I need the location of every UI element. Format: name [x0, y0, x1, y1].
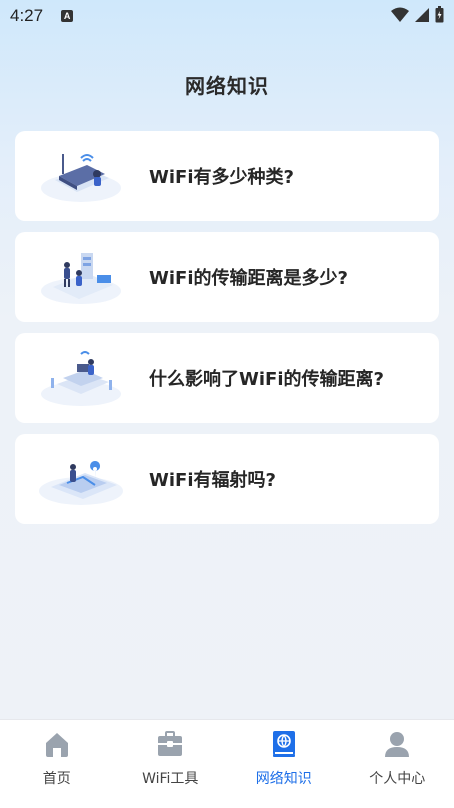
- tab-label: WiFi工具: [142, 771, 199, 787]
- people-network-illustration: [15, 232, 149, 322]
- card-title: WiFi有多少种类?: [149, 167, 294, 188]
- knowledge-card-range-factors[interactable]: 什么影响了WiFi的传输距离?: [15, 333, 439, 423]
- tab-label: 个人中心: [369, 771, 426, 787]
- status-icons: [391, 6, 444, 27]
- knowledge-card-wifi-range[interactable]: WiFi的传输距离是多少?: [15, 232, 439, 322]
- tab-personal-center[interactable]: 个人中心: [341, 720, 454, 808]
- cell-signal-icon: [414, 7, 430, 27]
- page-title: 网络知识: [185, 74, 269, 98]
- tab-wifi-tools[interactable]: WiFi工具: [114, 720, 228, 808]
- wifi-signal-icon: [391, 7, 409, 27]
- knowledge-card-radiation[interactable]: WiFi有辐射吗?: [15, 434, 439, 524]
- map-pin-illustration: [15, 434, 149, 524]
- battery-icon: [435, 6, 444, 27]
- person-icon: [383, 730, 411, 762]
- status-bar: 4:27 A: [0, 0, 454, 32]
- status-time: 4:27: [10, 6, 44, 25]
- tab-label: 首页: [42, 771, 71, 787]
- tab-label: 网络知识: [255, 771, 312, 787]
- card-title: WiFi的传输距离是多少?: [149, 268, 348, 289]
- tab-network-knowledge[interactable]: 网络知识: [227, 720, 341, 808]
- card-title: WiFi有辐射吗?: [149, 470, 276, 491]
- bottom-tab-bar: 首页 WiFi工具 网络知识 个人中心: [0, 719, 454, 808]
- desk-illustration: [15, 333, 149, 423]
- toolbox-icon: [156, 730, 184, 762]
- tab-home[interactable]: 首页: [0, 720, 114, 808]
- knowledge-card-wifi-types[interactable]: WiFi有多少种类?: [15, 131, 439, 221]
- card-title: 什么影响了WiFi的传输距离?: [149, 369, 384, 390]
- notification-a-icon: A: [61, 10, 74, 22]
- home-icon: [43, 730, 71, 762]
- book-globe-icon: [270, 730, 298, 762]
- router-illustration: [15, 131, 149, 221]
